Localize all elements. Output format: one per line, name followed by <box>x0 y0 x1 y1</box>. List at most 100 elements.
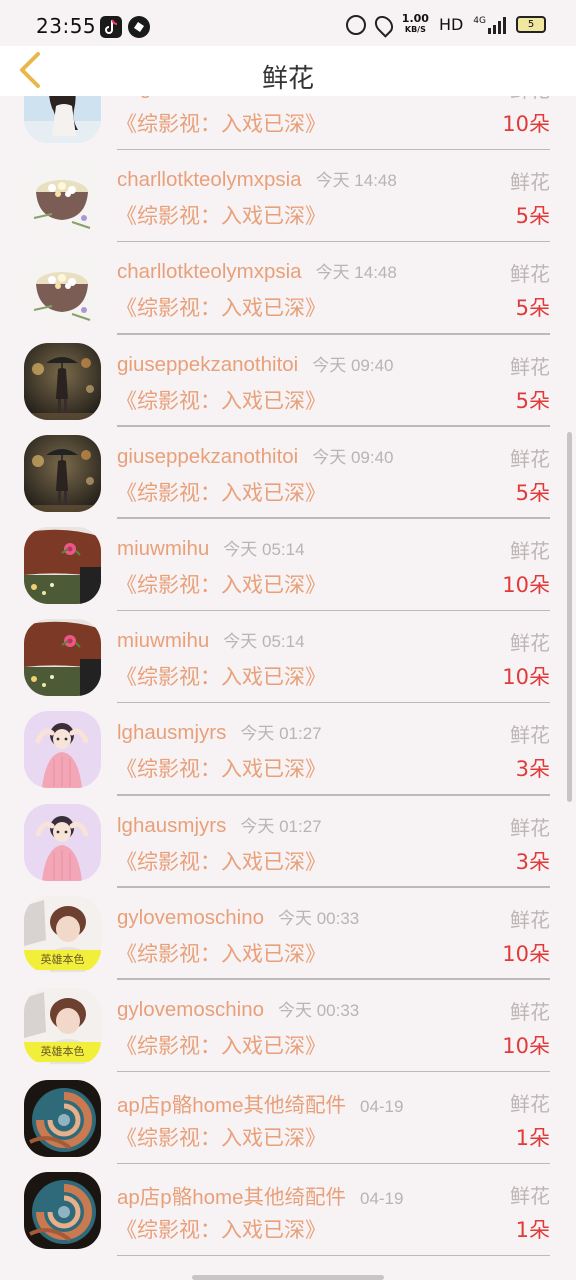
book-title[interactable]: 《综影视：入戏已深》 <box>116 292 326 322</box>
avatar[interactable]: 英雄本色 <box>24 895 101 973</box>
status-time: 23:55 <box>36 14 97 38</box>
list-item[interactable]: miuwmihu 今天 05:14 鲜花 《综影视：入戏已深》 10朵 <box>0 611 576 704</box>
avatar[interactable] <box>24 434 101 512</box>
user-name[interactable]: ap店p骼home其他绮配件 04-19 <box>117 1088 403 1118</box>
user-name[interactable]: giuseppekzanothitoi 今天 09:40 <box>117 443 393 469</box>
avatar[interactable] <box>24 250 101 328</box>
book-title[interactable]: 《综影视：入戏已深》 <box>116 569 326 599</box>
gift-count: 5朵 <box>515 204 550 229</box>
user-name-text[interactable]: charllotkteolymxpsia <box>117 168 302 191</box>
gift-time: 04-19 <box>359 1097 404 1117</box>
gift-count: 5朵 <box>515 480 550 505</box>
list-item[interactable]: ap店p骼home其他绮配件 04-19 鲜花 《综影视：入戏已深》 1朵 <box>0 1164 576 1257</box>
list-item[interactable]: miuwmihu 今天 05:14 鲜花 《综影视：入戏已深》 10朵 <box>0 519 576 612</box>
book-title[interactable]: 《综影视：入戏已深》 <box>116 846 326 876</box>
gift-type-label: 鲜花 <box>510 815 550 840</box>
status-icons: 1.00 KB/S HD 4G 5 <box>345 11 546 38</box>
book-title[interactable]: 《综影视：入戏已深》 <box>116 477 326 507</box>
book-title[interactable]: 《综影视：入戏已深》 <box>116 385 326 415</box>
list-item[interactable]: charllotkteolymxpsia 今天 14:48 鲜花 《综影视：入戏已… <box>0 242 576 335</box>
user-name[interactable]: gylovemoschino 今天 00:33 <box>117 996 359 1022</box>
gift-type-label: 鲜花 <box>510 96 550 103</box>
gift-time: 今天 05:14 <box>223 632 305 652</box>
signal-icon: 4G <box>473 16 506 34</box>
user-name-text[interactable]: miuwmihu <box>117 629 209 652</box>
user-name-text[interactable]: charllotkteolymxpsia <box>117 260 302 283</box>
user-name[interactable]: gylovemoschino 今天 00:33 <box>117 904 359 930</box>
book-title[interactable]: 《综影视：入戏已深》 <box>116 200 326 230</box>
book-title[interactable]: 《综影视：入戏已深》 <box>116 753 326 783</box>
gift-type-label: 鲜花 <box>510 262 550 287</box>
user-name-text[interactable]: ap店p骼home其他绮配件 <box>117 1186 346 1209</box>
list-item[interactable]: hugobowsdes 今天 17:38 鲜花 《综影视：入戏已深》 10朵 <box>0 96 576 151</box>
gift-time: 今天 14:48 <box>315 263 397 283</box>
list-item[interactable]: giuseppekzanothitoi 今天 09:40 鲜花 《综影视：入戏已深… <box>0 427 576 519</box>
scrollbar[interactable] <box>567 432 572 802</box>
avatar[interactable] <box>24 803 101 881</box>
avatar[interactable]: 英雄本色 <box>24 987 101 1065</box>
avatar[interactable] <box>24 711 101 789</box>
gift-type-label: 鲜花 <box>510 170 550 195</box>
network-type: 4G <box>473 15 486 26</box>
user-name-text[interactable]: ap店p骼home其他绮配件 <box>117 1094 346 1117</box>
book-title[interactable]: 《综影视：入戏已深》 <box>116 661 326 691</box>
network-speed-unit: KB/S <box>404 25 426 34</box>
list-item[interactable]: lghausmjyrs 今天 01:27 鲜花 《综影视：入戏已深》 3朵 <box>0 703 576 796</box>
gift-time: 今天 09:40 <box>312 355 394 375</box>
user-name[interactable]: giuseppekzanothitoi 今天 09:40 <box>117 351 393 377</box>
user-name[interactable]: lghausmjyrs 今天 01:27 <box>117 719 322 745</box>
avatar[interactable] <box>24 342 101 420</box>
user-name-text[interactable]: lghausmjyrs <box>117 721 226 744</box>
status-bar: 23:55 1.00 KB/S HD 4G 5 <box>0 0 576 46</box>
book-title[interactable]: 《综影视：入戏已深》 <box>116 108 326 138</box>
avatar[interactable] <box>24 96 101 143</box>
avatar[interactable] <box>24 1080 101 1158</box>
avatar-caption: 英雄本色 <box>40 952 85 966</box>
avatar[interactable] <box>24 619 101 697</box>
list-item[interactable]: ap店p骼home其他绮配件 04-19 鲜花 《综影视：入戏已深》 1朵 <box>0 1072 576 1165</box>
user-name[interactable]: charllotkteolymxpsia 今天 14:48 <box>117 258 397 284</box>
avatar[interactable] <box>24 526 101 604</box>
list-item[interactable]: 英雄本色 gylovemoschino 今天 00:33 鲜花 《综影视：入戏已深… <box>0 888 576 980</box>
gift-time: 今天 00:33 <box>278 908 360 928</box>
list-item[interactable]: giuseppekzanothitoi 今天 09:40 鲜花 《综影视：入戏已深… <box>0 335 576 427</box>
user-name-text[interactable]: miuwmihu <box>117 537 209 560</box>
user-name-text[interactable]: giuseppekzanothitoi <box>117 353 298 376</box>
book-title[interactable]: 《综影视：入戏已深》 <box>116 1030 326 1060</box>
gift-type-label: 鲜花 <box>510 999 550 1024</box>
gift-record-list[interactable]: hugobowsdes 今天 17:38 鲜花 《综影视：入戏已深》 10朵 ch… <box>0 96 576 1280</box>
user-name[interactable]: miuwmihu 今天 05:14 <box>117 535 305 561</box>
gift-type-label: 鲜花 <box>510 538 550 563</box>
gift-time: 今天 00:33 <box>278 1000 360 1020</box>
gift-count: 1朵 <box>515 1126 550 1151</box>
user-name[interactable]: ap店p骼home其他绮配件 04-19 <box>117 1180 403 1210</box>
user-name-text[interactable]: gylovemoschino <box>117 906 264 929</box>
gift-count: 3朵 <box>515 757 550 782</box>
gift-count: 10朵 <box>502 1033 550 1058</box>
gift-type-label: 鲜花 <box>510 354 550 379</box>
gift-time: 今天 01:27 <box>240 724 322 744</box>
gift-count: 1朵 <box>515 1218 550 1243</box>
header: 鲜花 <box>0 46 576 96</box>
book-title[interactable]: 《综影视：入戏已深》 <box>116 1214 326 1244</box>
user-name[interactable]: miuwmihu 今天 05:14 <box>117 627 305 653</box>
user-name-text[interactable]: gylovemoschino <box>117 998 264 1021</box>
gift-count: 5朵 <box>515 296 550 321</box>
list-item[interactable]: charllotkteolymxpsia 今天 14:48 鲜花 《综影视：入戏已… <box>0 150 576 243</box>
home-indicator[interactable] <box>192 1275 384 1280</box>
list-item[interactable]: lghausmjyrs 今天 01:27 鲜花 《综影视：入戏已深》 3朵 <box>0 796 576 888</box>
tiktok-icon <box>100 16 122 38</box>
list-item[interactable]: 英雄本色 gylovemoschino 今天 00:33 鲜花 《综影视：入戏已深… <box>0 980 576 1073</box>
user-name[interactable]: hugobowsdes 今天 17:38 <box>117 96 339 100</box>
book-title[interactable]: 《综影视：入戏已深》 <box>116 1122 326 1152</box>
avatar[interactable] <box>24 158 101 236</box>
user-name[interactable]: charllotkteolymxpsia 今天 14:48 <box>117 166 397 192</box>
user-name[interactable]: lghausmjyrs 今天 01:27 <box>117 812 322 838</box>
gift-time: 今天 09:40 <box>312 447 394 467</box>
avatar[interactable] <box>24 1172 101 1250</box>
user-name-text[interactable]: lghausmjyrs <box>117 814 226 837</box>
book-title[interactable]: 《综影视：入戏已深》 <box>116 938 326 968</box>
user-name-text[interactable]: hugobowsdes <box>117 96 244 99</box>
gift-type-label: 鲜花 <box>510 723 550 748</box>
user-name-text[interactable]: giuseppekzanothitoi <box>117 445 298 468</box>
